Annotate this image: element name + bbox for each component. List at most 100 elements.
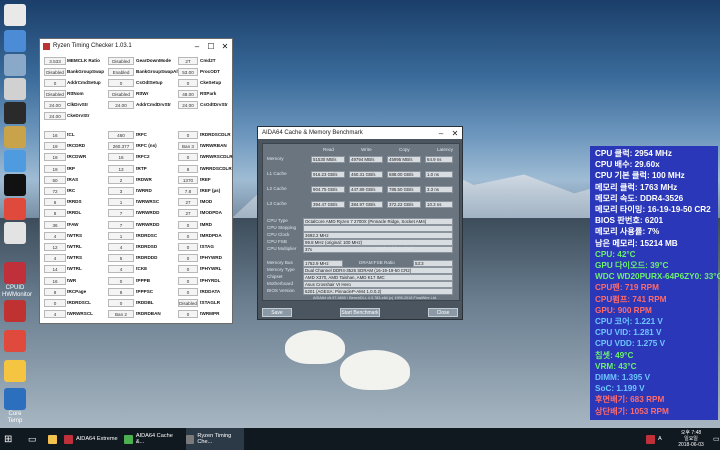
desktop-icon[interactable]: Core Temp <box>2 388 28 425</box>
timing-value[interactable]: Disabled <box>44 90 66 98</box>
timing-value[interactable]: 19 <box>44 142 66 151</box>
timing-value[interactable]: 16 <box>44 276 66 285</box>
timing-value[interactable]: 0 <box>178 276 198 285</box>
timing-value[interactable]: 16 <box>44 131 66 139</box>
minimize-icon[interactable]: – <box>190 42 204 51</box>
clock[interactable]: 오후 7:48 일요일 2018-06-03 <box>672 428 710 450</box>
timing-value[interactable]: 27 <box>178 198 198 207</box>
timing-value[interactable]: 19 <box>44 164 66 173</box>
timing-value[interactable]: 2T <box>178 57 198 65</box>
title-bar[interactable]: Ryzen Timing Checker 1.03.1 – ☐ ✕ <box>40 39 232 53</box>
timing-value[interactable]: 0 <box>178 265 198 274</box>
timing-value[interactable]: 50 <box>44 175 66 184</box>
taskbar-app-button[interactable]: AIDA64 Cache &... <box>124 428 182 450</box>
timing-value[interactable]: 4 <box>44 254 66 263</box>
timing-value[interactable]: 0 <box>108 79 134 87</box>
timing-value[interactable]: 36 <box>44 220 66 229</box>
timing-value[interactable]: 0 <box>178 153 198 162</box>
desktop-icon[interactable] <box>2 102 28 125</box>
timing-value[interactable]: 8 <box>178 164 198 173</box>
timing-value[interactable]: 6 <box>44 198 66 207</box>
timing-value[interactable]: 0 <box>178 231 198 240</box>
tray-app-icon[interactable] <box>646 428 658 450</box>
timing-value[interactable]: Disabled <box>178 299 198 307</box>
timing-value[interactable]: 72 <box>44 187 66 195</box>
notification-icon[interactable]: ▭ <box>713 428 720 450</box>
close-icon[interactable]: ✕ <box>218 42 232 51</box>
timing-value[interactable]: 53.00 <box>178 68 198 76</box>
start-benchmark-button[interactable]: Start Benchmark <box>340 308 380 317</box>
timing-value[interactable]: 1 <box>108 198 134 207</box>
timing-value[interactable]: 5 <box>108 254 134 263</box>
minimize-icon[interactable]: – <box>434 129 448 138</box>
taskbar-app-button[interactable]: Ryzen Timing Che... <box>186 428 244 450</box>
timing-value[interactable]: 0 <box>108 276 134 285</box>
timing-value[interactable]: 0 <box>178 131 198 139</box>
timing-value[interactable]: 1 <box>108 231 134 240</box>
timing-value[interactable]: 8 <box>44 287 66 296</box>
desktop-icon[interactable] <box>2 300 28 323</box>
timing-value[interactable]: 0 <box>178 287 198 296</box>
close-button[interactable]: Close <box>428 308 458 317</box>
timing-value[interactable]: 16 <box>108 153 134 162</box>
desktop-icon[interactable] <box>2 360 28 383</box>
timing-value[interactable]: 24.00 <box>44 112 66 120</box>
input-language[interactable]: A <box>658 428 662 450</box>
desktop-icon[interactable] <box>2 150 28 173</box>
desktop-icon[interactable] <box>2 126 28 149</box>
timing-value[interactable]: 0 <box>178 243 198 251</box>
desktop-icon[interactable] <box>2 78 28 101</box>
timing-value[interactable]: 0 <box>178 220 198 229</box>
desktop-icon[interactable] <box>2 4 28 27</box>
timing-value[interactable]: Disabled <box>108 57 134 65</box>
timing-value[interactable]: 7.8 <box>178 187 198 195</box>
timing-value[interactable]: 12 <box>44 243 66 251</box>
timing-value[interactable]: Enabled <box>108 68 134 76</box>
timing-value[interactable]: 0 <box>108 299 134 307</box>
timing-value[interactable]: 0 <box>178 254 198 263</box>
taskbar-app-button[interactable]: AIDA64 Extreme <box>64 428 122 450</box>
close-icon[interactable]: ✕ <box>448 129 462 138</box>
aida64-benchmark-window[interactable]: AIDA64 Cache & Memory Benchmark – ✕ Read… <box>257 126 463 320</box>
timing-value[interactable]: 24.00 <box>44 101 66 109</box>
ryzen-timing-checker-window[interactable]: Ryzen Timing Checker 1.03.1 – ☐ ✕ 3.533 M… <box>39 38 233 324</box>
timing-value[interactable]: 0 <box>178 79 198 87</box>
timing-value[interactable]: 3.533 <box>44 57 66 65</box>
timing-value[interactable]: Disabled <box>44 68 66 76</box>
title-bar[interactable]: AIDA64 Cache & Memory Benchmark – ✕ <box>258 127 462 139</box>
desktop-icon[interactable] <box>2 30 28 53</box>
timing-value[interactable]: Ban 2 <box>108 310 134 319</box>
file-explorer-icon[interactable] <box>48 428 60 450</box>
timing-value[interactable]: 0 <box>44 299 66 307</box>
desktop-icon[interactable] <box>2 54 28 77</box>
timing-value[interactable]: 13 <box>108 164 134 173</box>
timing-value[interactable]: 4 <box>44 310 66 319</box>
timing-value[interactable]: 8 <box>108 287 134 296</box>
desktop-icon[interactable] <box>2 198 28 221</box>
timing-value[interactable]: 27 <box>178 209 198 218</box>
timing-value[interactable]: 7 <box>108 220 134 229</box>
timing-value[interactable]: 4 <box>44 231 66 240</box>
desktop-icon[interactable] <box>2 330 28 353</box>
maximize-icon[interactable]: ☐ <box>204 42 218 51</box>
timing-value[interactable]: 24.00 <box>178 101 198 109</box>
desktop-icon[interactable]: CPUID HWMonitor <box>2 262 32 299</box>
timing-value[interactable]: 3 <box>108 187 134 195</box>
timing-value[interactable]: 260.377 <box>108 142 134 151</box>
timing-value[interactable]: 8 <box>44 209 66 218</box>
timing-value[interactable]: 7 <box>108 209 134 218</box>
timing-value[interactable]: 0 <box>44 79 66 87</box>
timing-value[interactable]: 48.00 <box>178 90 198 98</box>
windows-start-icon[interactable]: ⊞ <box>4 428 18 450</box>
timing-value[interactable]: 19 <box>44 153 66 162</box>
task-view-icon[interactable]: ▭ <box>28 428 37 450</box>
save-button[interactable]: Save <box>262 308 292 317</box>
timing-value[interactable]: 1370 <box>178 175 198 184</box>
desktop-icon[interactable] <box>2 222 28 245</box>
timing-value[interactable]: 4 <box>108 265 134 274</box>
timing-value[interactable]: Ban 3 <box>178 142 198 151</box>
timing-value[interactable]: 460 <box>108 131 134 139</box>
desktop-icon[interactable] <box>2 174 28 197</box>
timing-value[interactable]: 2 <box>108 175 134 184</box>
timing-value[interactable]: 24.00 <box>108 101 134 109</box>
